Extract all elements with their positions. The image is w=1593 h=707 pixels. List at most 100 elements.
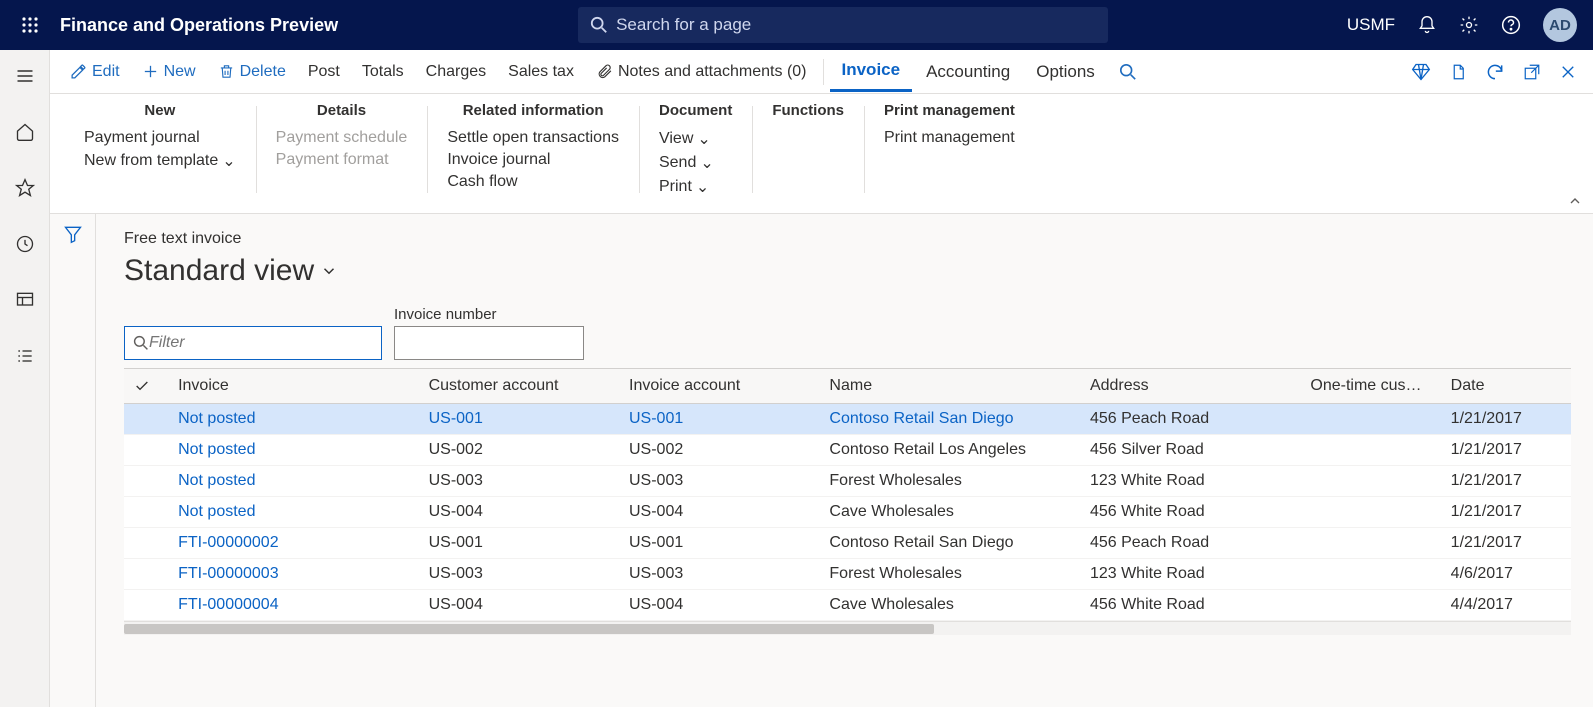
- payment-journal-link[interactable]: Payment journal: [84, 127, 236, 149]
- col-customer-account[interactable]: Customer account: [419, 369, 619, 404]
- cell[interactable]: 456 White Road: [1080, 497, 1300, 528]
- cell[interactable]: Forest Wholesales: [819, 466, 1080, 497]
- cell[interactable]: US-001: [419, 528, 619, 559]
- hamburger-icon[interactable]: [5, 56, 45, 96]
- cell[interactable]: Not posted: [168, 466, 419, 497]
- gear-icon[interactable]: [1459, 15, 1479, 35]
- col-address[interactable]: Address: [1080, 369, 1300, 404]
- cell-link[interactable]: Not posted: [178, 441, 255, 458]
- sales-tax-button[interactable]: Sales tax: [498, 58, 584, 86]
- app-launcher-icon[interactable]: [10, 16, 50, 34]
- cell[interactable]: FTI-00000002: [168, 528, 419, 559]
- cell[interactable]: 1/21/2017: [1441, 497, 1571, 528]
- cell-link[interactable]: FTI-00000003: [178, 565, 279, 582]
- recent-icon[interactable]: [5, 224, 45, 264]
- row-selector[interactable]: [124, 559, 168, 590]
- cell-link[interactable]: Not posted: [178, 503, 255, 520]
- cell[interactable]: 4/6/2017: [1441, 559, 1571, 590]
- cell[interactable]: US-001: [419, 404, 619, 435]
- horizontal-scrollbar[interactable]: [124, 621, 1571, 635]
- cell[interactable]: 1/21/2017: [1441, 528, 1571, 559]
- cell[interactable]: [1300, 497, 1440, 528]
- table-row[interactable]: Not postedUS-004US-004Cave Wholesales456…: [124, 497, 1571, 528]
- row-selector[interactable]: [124, 404, 168, 435]
- totals-button[interactable]: Totals: [352, 58, 414, 86]
- row-selector[interactable]: [124, 435, 168, 466]
- user-avatar[interactable]: AD: [1543, 8, 1577, 42]
- search-action-icon[interactable]: [1109, 58, 1147, 86]
- select-all-header[interactable]: [124, 369, 168, 404]
- row-selector[interactable]: [124, 528, 168, 559]
- cell-link[interactable]: FTI-00000004: [178, 596, 279, 613]
- filter-pane-toggle[interactable]: [50, 214, 96, 707]
- global-search[interactable]: [578, 7, 1108, 43]
- cell[interactable]: US-003: [419, 466, 619, 497]
- invoice-number-input[interactable]: [394, 326, 584, 360]
- cell[interactable]: US-003: [419, 559, 619, 590]
- cell[interactable]: [1300, 559, 1440, 590]
- cell[interactable]: [1300, 404, 1440, 435]
- quick-filter-input[interactable]: [149, 334, 373, 352]
- cell[interactable]: US-004: [619, 497, 819, 528]
- quick-filter[interactable]: [124, 326, 382, 360]
- collapse-ribbon-icon[interactable]: [1567, 193, 1583, 209]
- cell[interactable]: US-004: [419, 497, 619, 528]
- global-search-input[interactable]: [616, 15, 1096, 35]
- cash-flow-link[interactable]: Cash flow: [447, 171, 619, 193]
- table-row[interactable]: Not postedUS-003US-003Forest Wholesales1…: [124, 466, 1571, 497]
- cell-link[interactable]: US-001: [429, 410, 483, 427]
- popout-icon[interactable]: [1523, 63, 1541, 81]
- cell[interactable]: Not posted: [168, 497, 419, 528]
- cell[interactable]: US-004: [419, 590, 619, 621]
- view-title[interactable]: Standard view: [124, 254, 1571, 288]
- cell[interactable]: Not posted: [168, 404, 419, 435]
- cell-link[interactable]: FTI-00000002: [178, 534, 279, 551]
- cell[interactable]: [1300, 528, 1440, 559]
- cell[interactable]: US-002: [419, 435, 619, 466]
- table-row[interactable]: Not postedUS-002US-002Contoso Retail Los…: [124, 435, 1571, 466]
- new-button[interactable]: New: [132, 58, 206, 86]
- help-icon[interactable]: [1501, 15, 1521, 35]
- cell-link[interactable]: Not posted: [178, 410, 255, 427]
- cell[interactable]: US-004: [619, 590, 819, 621]
- cell-link[interactable]: Contoso Retail San Diego: [829, 410, 1013, 427]
- cell[interactable]: 123 White Road: [1080, 466, 1300, 497]
- home-icon[interactable]: [5, 112, 45, 152]
- col-invoice-account[interactable]: Invoice account: [619, 369, 819, 404]
- cell[interactable]: Contoso Retail San Diego: [819, 404, 1080, 435]
- cell[interactable]: Not posted: [168, 435, 419, 466]
- cell[interactable]: 456 Peach Road: [1080, 528, 1300, 559]
- cell[interactable]: [1300, 435, 1440, 466]
- col-onetime[interactable]: One-time cus…: [1300, 369, 1440, 404]
- delete-button[interactable]: Delete: [208, 58, 296, 86]
- refresh-icon[interactable]: [1485, 62, 1505, 82]
- cell[interactable]: 4/4/2017: [1441, 590, 1571, 621]
- cell[interactable]: FTI-00000004: [168, 590, 419, 621]
- charges-button[interactable]: Charges: [416, 58, 496, 86]
- tab-invoice[interactable]: Invoice: [830, 51, 913, 92]
- office-icon[interactable]: [1449, 62, 1467, 82]
- table-row[interactable]: FTI-00000004US-004US-004Cave Wholesales4…: [124, 590, 1571, 621]
- col-invoice[interactable]: Invoice: [168, 369, 419, 404]
- cell[interactable]: 456 Peach Road: [1080, 404, 1300, 435]
- diamond-icon[interactable]: [1411, 62, 1431, 82]
- cell[interactable]: [1300, 590, 1440, 621]
- cell[interactable]: US-003: [619, 559, 819, 590]
- row-selector[interactable]: [124, 590, 168, 621]
- star-icon[interactable]: [5, 168, 45, 208]
- legal-entity[interactable]: USMF: [1347, 15, 1395, 35]
- cell-link[interactable]: US-001: [629, 410, 683, 427]
- table-row[interactable]: FTI-00000002US-001US-001Contoso Retail S…: [124, 528, 1571, 559]
- edit-button[interactable]: Edit: [60, 58, 130, 86]
- scrollbar-thumb[interactable]: [124, 624, 934, 634]
- attachments-button[interactable]: Notes and attachments (0): [586, 58, 817, 86]
- cell[interactable]: Contoso Retail San Diego: [819, 528, 1080, 559]
- table-row[interactable]: FTI-00000003US-003US-003Forest Wholesale…: [124, 559, 1571, 590]
- cell[interactable]: US-001: [619, 528, 819, 559]
- cell[interactable]: 1/21/2017: [1441, 404, 1571, 435]
- cell-link[interactable]: Not posted: [178, 472, 255, 489]
- view-link[interactable]: View ⌄: [659, 127, 732, 151]
- cell[interactable]: 456 Silver Road: [1080, 435, 1300, 466]
- print-link[interactable]: Print ⌄: [659, 175, 732, 199]
- cell[interactable]: 123 White Road: [1080, 559, 1300, 590]
